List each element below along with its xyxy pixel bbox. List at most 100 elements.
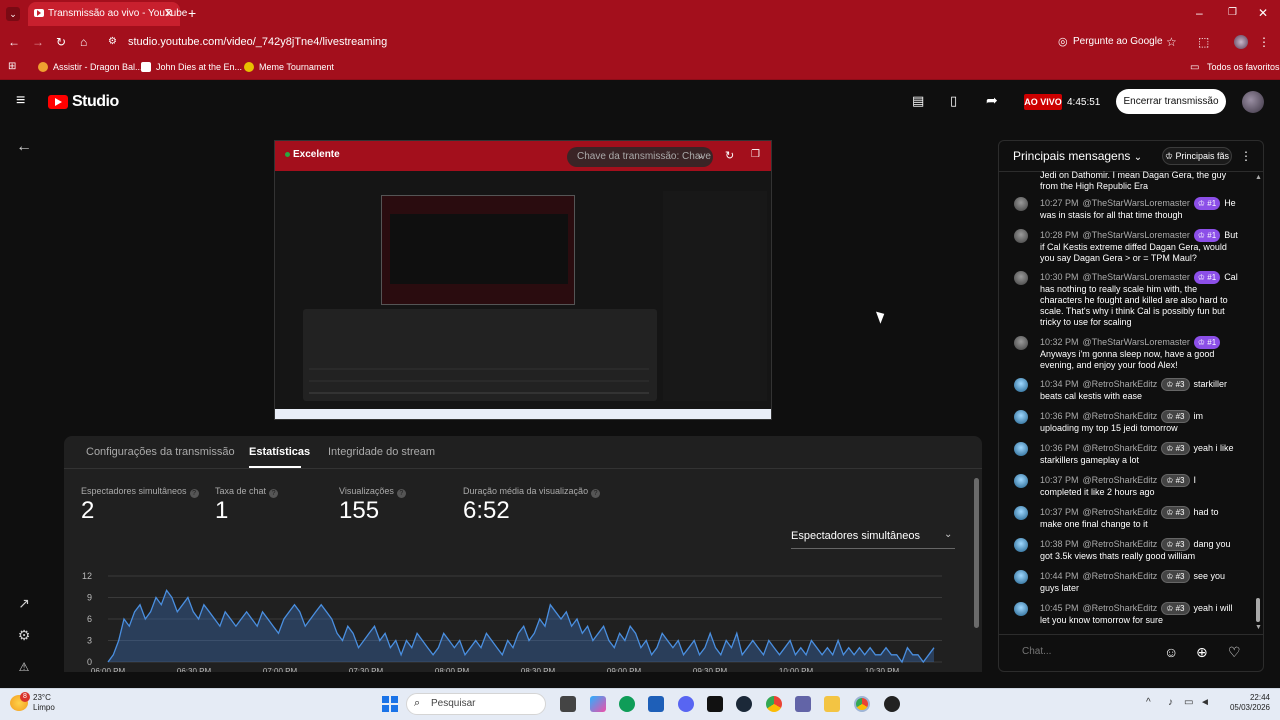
heart-icon[interactable]: ♡ (1228, 645, 1241, 659)
apps-icon[interactable]: ⊞ (8, 60, 16, 74)
home-icon[interactable]: ⌂ (80, 35, 87, 49)
network-icon[interactable]: ▭ (1184, 697, 1193, 708)
window-close-icon[interactable]: ✕ (1258, 6, 1268, 20)
chat-message-author[interactable]: @RetroSharkEditz (1083, 507, 1158, 517)
copy-key-icon[interactable]: ❐ (751, 149, 760, 160)
google-lens-icon[interactable]: ◎ (1058, 35, 1068, 49)
chat-message-author[interactable]: @TheStarWarsLoremaster (1083, 272, 1190, 282)
youtube-logo-icon[interactable] (48, 95, 68, 109)
chat-input[interactable] (1012, 641, 1152, 663)
tab-statistics[interactable]: Estatísticas (249, 446, 310, 458)
help-icon[interactable]: ? (269, 489, 279, 498)
metric-dropdown[interactable]: Espectadores simultâneos (791, 530, 955, 549)
help-icon[interactable]: ? (591, 489, 601, 498)
chat-author-avatar[interactable] (1014, 378, 1028, 392)
steam-icon[interactable] (736, 696, 752, 712)
bookmark-meme-tournament[interactable]: Meme Tournament (259, 62, 334, 72)
bookmark-dragon-ball[interactable]: Assistir - Dragon Bal... (53, 62, 143, 72)
chat-author-avatar[interactable] (1014, 570, 1028, 584)
extensions-icon[interactable]: ⬚ (1198, 35, 1209, 49)
new-tab-icon[interactable]: + (188, 6, 196, 20)
chat-message-author[interactable]: @RetroSharkEditz (1083, 379, 1158, 389)
obs-icon[interactable] (884, 696, 900, 712)
chat-author-avatar[interactable] (1014, 197, 1028, 211)
close-tab-icon[interactable]: ✕ (164, 7, 173, 21)
chat-author-avatar[interactable] (1014, 506, 1028, 520)
store-icon[interactable] (648, 696, 664, 712)
chat-message-author[interactable]: @TheStarWarsLoremaster (1083, 337, 1190, 347)
reload-icon[interactable]: ↻ (56, 35, 66, 49)
chat-author-avatar[interactable] (1014, 538, 1028, 552)
hamburger-menu-icon[interactable]: ≡ (16, 93, 25, 109)
volume-icon[interactable]: ◄ (1200, 697, 1210, 708)
share-icon[interactable]: ➦ (986, 93, 998, 107)
back-arrow-icon[interactable]: ← (14, 137, 34, 157)
stream-preview[interactable]: Excelente Chave da transmissão: Chave ⌄ … (274, 140, 772, 420)
minimize-icon[interactable]: – (1196, 6, 1203, 20)
help-icon[interactable]: ? (396, 489, 406, 498)
bookmark-john-dies[interactable]: John Dies at the En... (156, 62, 242, 72)
teams-icon[interactable] (795, 696, 811, 712)
chat-author-avatar[interactable] (1014, 602, 1028, 616)
chrome-icon[interactable] (766, 696, 782, 712)
browser-menu-icon[interactable]: ⋮ (1258, 35, 1270, 49)
star-icon[interactable]: ☆ (1166, 35, 1177, 49)
weather-widget[interactable]: 23°C Limpo (33, 693, 55, 713)
ask-google-button[interactable]: Pergunte ao Google (1073, 36, 1163, 47)
chat-message-author[interactable]: @RetroSharkEditz (1083, 443, 1158, 453)
chat-author-avatar[interactable] (1014, 410, 1028, 424)
tray-chevron-icon[interactable]: ^ (1146, 697, 1151, 708)
browser-tab[interactable]: Transmissão ao vivo - YouTube ✕ (28, 2, 187, 26)
chat-author-avatar[interactable] (1014, 442, 1028, 456)
chat-author-avatar[interactable] (1014, 229, 1028, 243)
tab-stream-health[interactable]: Integridade do stream (328, 446, 435, 458)
tab-search-icon[interactable]: ⌄ (6, 7, 20, 21)
maximize-icon[interactable]: ❐ (1228, 6, 1237, 20)
task-view-icon[interactable] (560, 696, 576, 712)
help-icon[interactable]: ? (189, 489, 199, 498)
back-icon[interactable]: ← (8, 35, 20, 49)
chat-message-author[interactable]: @TheStarWarsLoremaster (1083, 198, 1190, 208)
top-fans-button[interactable]: ♔ Principais fãs (1162, 147, 1232, 165)
stream-key-selector[interactable]: Chave da transmissão: Chave (567, 147, 713, 167)
end-stream-button[interactable]: Encerrar transmissão (1116, 89, 1226, 114)
stats-scrollbar[interactable] (974, 478, 979, 628)
chat-author-avatar[interactable] (1014, 474, 1028, 488)
edge-icon[interactable] (619, 696, 635, 712)
taskbar-clock[interactable]: 22:44 05/03/2026 (1222, 693, 1270, 713)
add-icon[interactable]: ⊕ (1196, 645, 1208, 659)
chat-message-author[interactable]: @RetroSharkEditz (1083, 571, 1158, 581)
popout-icon[interactable]: ↗ (14, 593, 34, 613)
chat-scroll-down-icon[interactable]: ▼ (1255, 624, 1262, 631)
microphone-icon[interactable]: ♪ (1168, 697, 1173, 708)
copilot-icon[interactable] (590, 696, 606, 712)
discord-icon[interactable] (678, 696, 694, 712)
chrome-active-icon[interactable] (854, 696, 870, 712)
chat-author-avatar[interactable] (1014, 336, 1028, 350)
chat-scroll-up-icon[interactable]: ▲ (1255, 174, 1262, 181)
tab-stream-settings[interactable]: Configurações da transmissão (86, 446, 235, 458)
chat-message-author[interactable]: @RetroSharkEditz (1083, 603, 1158, 613)
taskbar-search[interactable]: Pesquisar (406, 693, 546, 715)
windows-start-icon[interactable] (382, 696, 398, 712)
file-explorer-icon[interactable] (824, 696, 840, 712)
feedback-icon[interactable]: ⚠ (14, 657, 34, 677)
chat-message-author[interactable]: @RetroSharkEditz (1083, 411, 1158, 421)
site-info-icon[interactable]: ⚙ (108, 35, 117, 49)
url-field[interactable]: studio.youtube.com/video/_742y8jTne4/liv… (128, 36, 387, 48)
chat-menu-icon[interactable]: ⋮ (1240, 149, 1252, 163)
forward-icon[interactable]: → (32, 35, 44, 49)
channel-avatar[interactable] (1242, 91, 1264, 113)
chat-author-avatar[interactable] (1014, 271, 1028, 285)
chat-mode-selector[interactable]: Principais mensagens ⌄ (1013, 149, 1142, 163)
profile-avatar[interactable] (1234, 35, 1248, 49)
all-favorites[interactable]: Todos os favoritos (1207, 62, 1280, 72)
chat-scrollbar[interactable] (1256, 598, 1260, 622)
chat-message-author[interactable]: @RetroSharkEditz (1083, 539, 1158, 549)
refresh-key-icon[interactable]: ↻ (725, 149, 734, 162)
bookmark-icon[interactable]: ▯ (950, 94, 957, 108)
clapper-icon[interactable]: ▤ (912, 94, 924, 108)
settings-gear-icon[interactable]: ⚙ (14, 625, 34, 645)
emoji-icon[interactable]: ☺ (1164, 645, 1178, 659)
chat-message-author[interactable]: @RetroSharkEditz (1083, 475, 1158, 485)
